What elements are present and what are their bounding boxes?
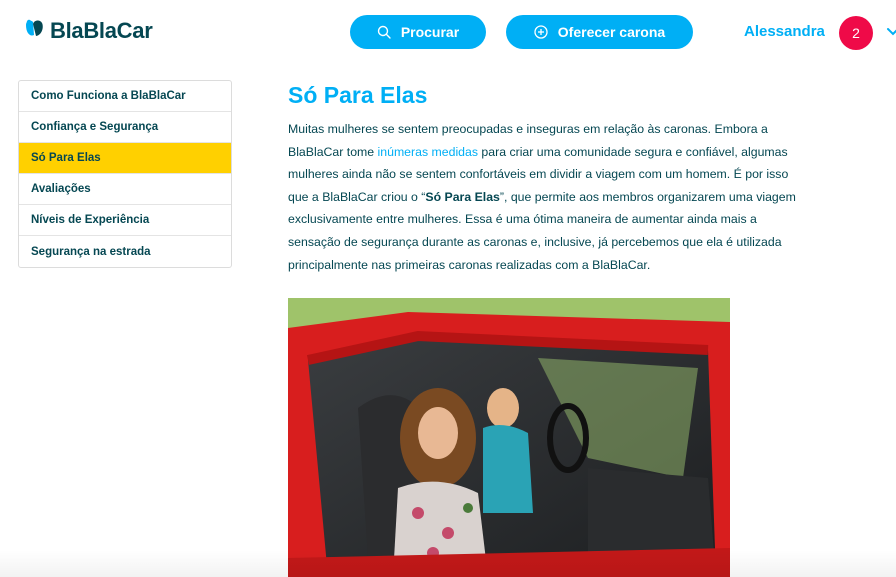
blablacar-logo-icon — [24, 19, 46, 44]
sidebar-item-label: Só Para Elas — [31, 152, 101, 164]
sidebar-item-confianca[interactable]: Confiança e Segurança — [19, 112, 231, 143]
page-title: Só Para Elas — [288, 82, 428, 108]
sidebar-item-label: Níveis de Experiência — [31, 214, 150, 226]
sidebar-item-como-funciona[interactable]: Como Funciona a BlaBlaCar — [19, 81, 231, 112]
search-button-label: Procurar — [400, 24, 460, 40]
notification-count: 2 — [852, 25, 860, 41]
paragraph-bold-text: Só Para Elas — [425, 189, 500, 204]
logo-text: BlaBlaCar — [50, 18, 153, 43]
blablacar-logo[interactable]: BlaBlaCar — [24, 18, 153, 44]
search-icon — [377, 25, 391, 39]
search-button[interactable]: Procurar — [350, 15, 486, 49]
sidebar-item-label: Segurança na estrada — [31, 245, 151, 258]
sidebar-item-label: Avaliações — [31, 183, 91, 195]
sidebar-item-niveis[interactable]: Níveis de Experiência — [19, 205, 231, 236]
user-name-link[interactable]: Alessandra — [744, 23, 825, 40]
notification-badge[interactable]: 2 — [839, 16, 873, 50]
inumeras-medidas-link[interactable]: inúmeras medidas — [378, 145, 478, 159]
sidebar-item-label: Como Funciona a BlaBlaCar — [31, 90, 186, 102]
chevron-down-icon[interactable] — [886, 25, 896, 39]
article-paragraph: Muitas mulheres se sentem preocupadas e … — [288, 118, 808, 276]
sidebar-item-seguranca-estrada[interactable]: Segurança na estrada — [19, 236, 231, 267]
sidebar-item-label: Confiança e Segurança — [31, 121, 159, 133]
offer-ride-button[interactable]: Oferecer carona — [506, 15, 693, 49]
sidebar-item-avaliacoes[interactable]: Avaliações — [19, 174, 231, 205]
sidebar-nav: Como Funciona a BlaBlaCar Confiança e Se… — [18, 80, 232, 268]
sidebar-item-so-para-elas[interactable]: Só Para Elas — [19, 143, 231, 174]
hero-photo-women-in-car — [288, 298, 730, 577]
offer-button-label: Oferecer carona — [557, 24, 666, 40]
plus-circle-icon — [534, 25, 548, 39]
